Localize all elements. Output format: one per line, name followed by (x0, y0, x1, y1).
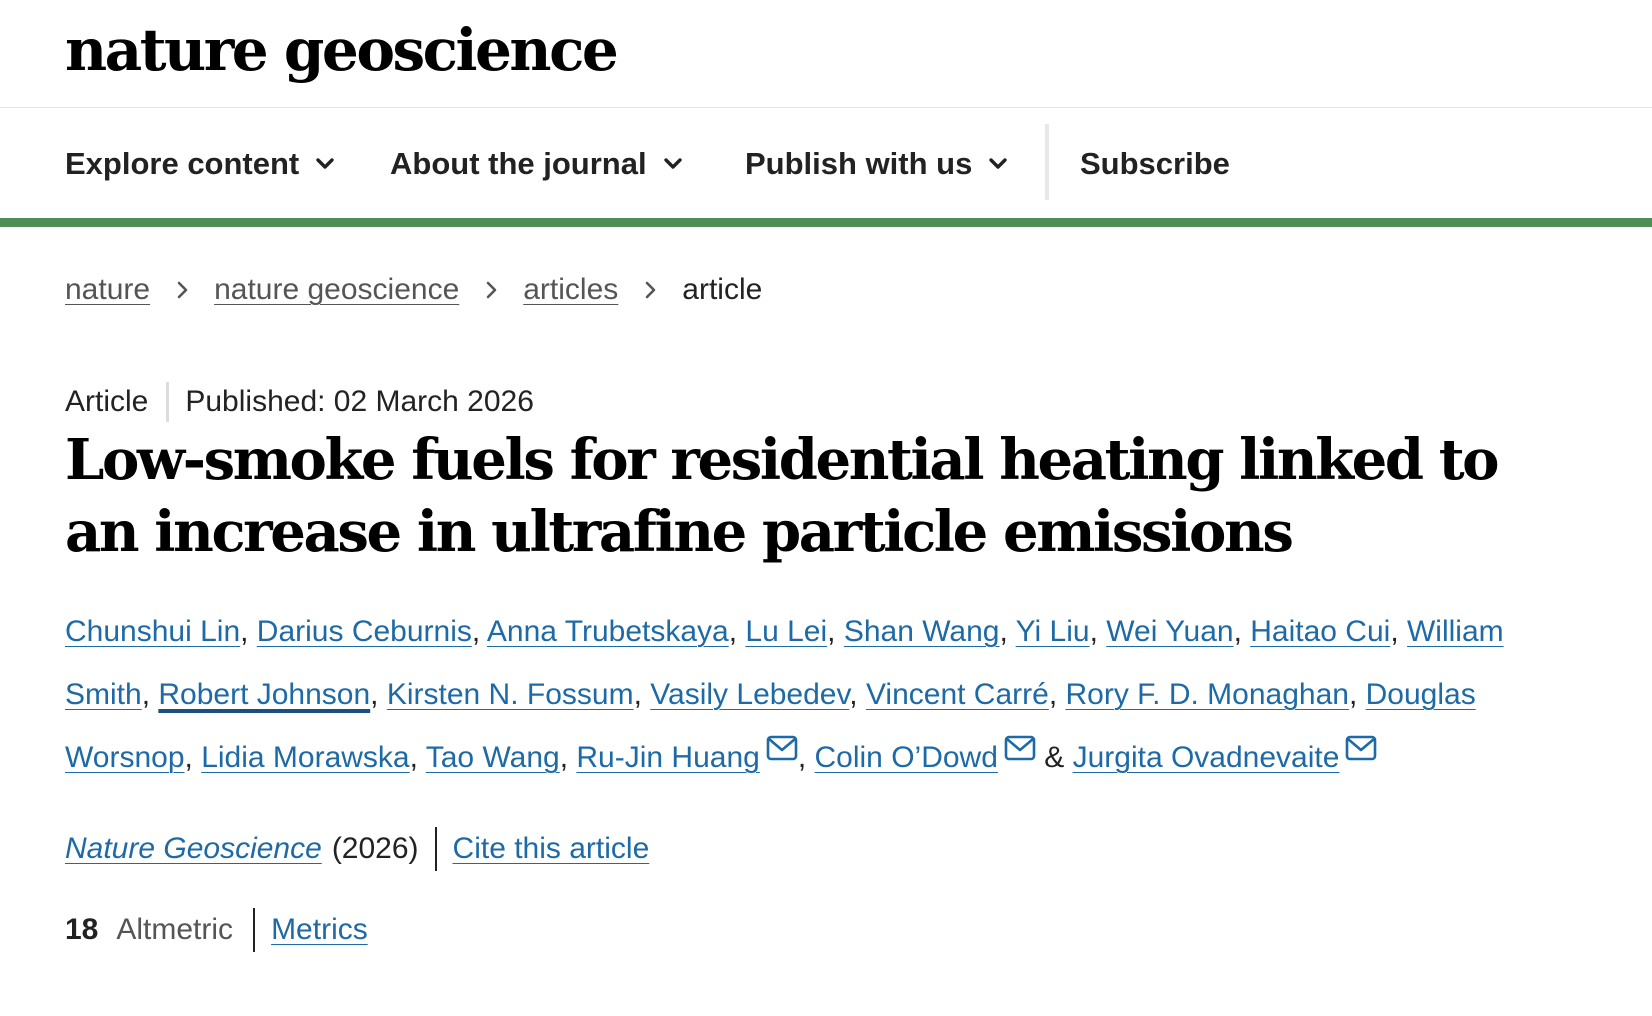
author-last-joiner: & (1035, 741, 1073, 774)
breadcrumb-current: article (682, 273, 763, 306)
publication-year: (2026) (331, 832, 419, 865)
chevron-down-icon (663, 158, 682, 169)
author-link[interactable]: Yi Liu (1016, 615, 1090, 648)
journal-logo[interactable]: nature geoscience (65, 14, 619, 86)
author-separator: , (1089, 615, 1107, 648)
nav-publish-with-us[interactable]: Publish with us (745, 144, 1010, 184)
accent-rule (0, 218, 1652, 227)
author-separator: , (1233, 615, 1251, 648)
journal-citation-line: Nature Geoscience (2026) Cite this artic… (65, 827, 649, 871)
metrics-link[interactable]: Metrics (271, 913, 368, 947)
author-separator: , (370, 678, 387, 711)
altmetric-score: 18 (65, 913, 99, 946)
author-separator: , (471, 615, 487, 648)
breadcrumb-link-articles[interactable]: articles (523, 273, 618, 307)
altmetric-label: Altmetric (116, 913, 234, 946)
article-title: Low-smoke fuels for residential heating … (65, 427, 1500, 565)
journal-divider (434, 827, 437, 871)
author-separator: , (409, 741, 426, 774)
author-separator: , (827, 615, 844, 648)
author-separator: , (1048, 678, 1066, 711)
author-separator: , (184, 741, 202, 774)
breadcrumb-link-nature[interactable]: nature (65, 273, 150, 307)
author-link[interactable]: Tao Wang (426, 741, 560, 774)
author-link[interactable]: Wei Yuan (1106, 615, 1233, 648)
author-link[interactable]: Colin O’Dowd (815, 741, 998, 774)
chevron-right-icon (486, 281, 497, 299)
site-header: nature geoscience (0, 0, 1652, 108)
author-link[interactable]: Haitao Cui (1250, 615, 1390, 648)
author-link[interactable]: Shan Wang (844, 615, 1000, 648)
main-nav: Explore content About the journal Publis… (0, 108, 1652, 218)
author-separator: , (1390, 615, 1407, 648)
author-separator: , (797, 741, 815, 774)
nav-item-label: Subscribe (1080, 146, 1230, 181)
author-separator: , (728, 615, 746, 648)
chevron-right-icon (177, 281, 188, 299)
author-link[interactable]: Darius Ceburnis (257, 615, 472, 648)
author-separator: , (559, 741, 577, 774)
nav-divider (1045, 124, 1049, 200)
author-link[interactable]: Rory F. D. Monaghan (1065, 678, 1348, 711)
article-meta: Article Published: 02 March 2026 (65, 381, 534, 423)
mail-icon[interactable] (766, 735, 798, 761)
breadcrumb-link-nature-geoscience[interactable]: nature geoscience (214, 273, 459, 307)
chevron-down-icon (316, 158, 334, 169)
mail-icon[interactable] (1004, 735, 1036, 761)
author-separator: , (633, 678, 651, 711)
author-link[interactable]: Vincent Carré (866, 678, 1049, 711)
author-separator: , (999, 615, 1016, 648)
author-link[interactable]: Anna Trubetskaya (487, 615, 729, 648)
author-link[interactable]: Lidia Morawska (201, 741, 409, 774)
author-link[interactable]: Vasily Lebedev (650, 678, 849, 711)
author-link[interactable]: Lu Lei (745, 615, 827, 648)
nav-item-label: About the journal (390, 146, 647, 181)
author-link[interactable]: Kirsten N. Fossum (387, 678, 634, 711)
nav-explore-content[interactable]: Explore content (65, 144, 337, 184)
author-link[interactable]: Jurgita Ovadnevaite (1073, 741, 1340, 774)
nav-item-label: Publish with us (745, 146, 973, 181)
metrics-divider (253, 908, 256, 952)
chevron-right-icon (645, 281, 656, 299)
chevron-down-icon (989, 158, 1008, 169)
author-separator: , (141, 678, 159, 711)
author-list: Chunshui Lin, Darius Ceburnis, Anna Trub… (65, 600, 1575, 789)
breadcrumb: nature nature geoscience articles articl… (65, 270, 762, 310)
nav-subscribe[interactable]: Subscribe (1080, 144, 1230, 184)
published-date: Published: 02 March 2026 (185, 385, 534, 418)
cite-this-article-link[interactable]: Cite this article (453, 832, 650, 866)
author-separator: , (1348, 678, 1366, 711)
author-separator: , (849, 678, 866, 711)
nav-about-the-journal[interactable]: About the journal (390, 144, 685, 184)
mail-icon[interactable] (1345, 735, 1377, 761)
article-type: Article (65, 385, 149, 418)
nav-item-label: Explore content (65, 146, 300, 181)
journal-link[interactable]: Nature Geoscience (65, 832, 322, 866)
metrics-line: 18 Altmetric Metrics (65, 908, 368, 952)
author-separator: , (240, 615, 257, 648)
author-link[interactable]: Ru-Jin Huang (576, 741, 759, 774)
author-link[interactable]: Robert Johnson (158, 678, 370, 711)
meta-divider (166, 382, 170, 422)
author-link[interactable]: Chunshui Lin (65, 615, 240, 648)
